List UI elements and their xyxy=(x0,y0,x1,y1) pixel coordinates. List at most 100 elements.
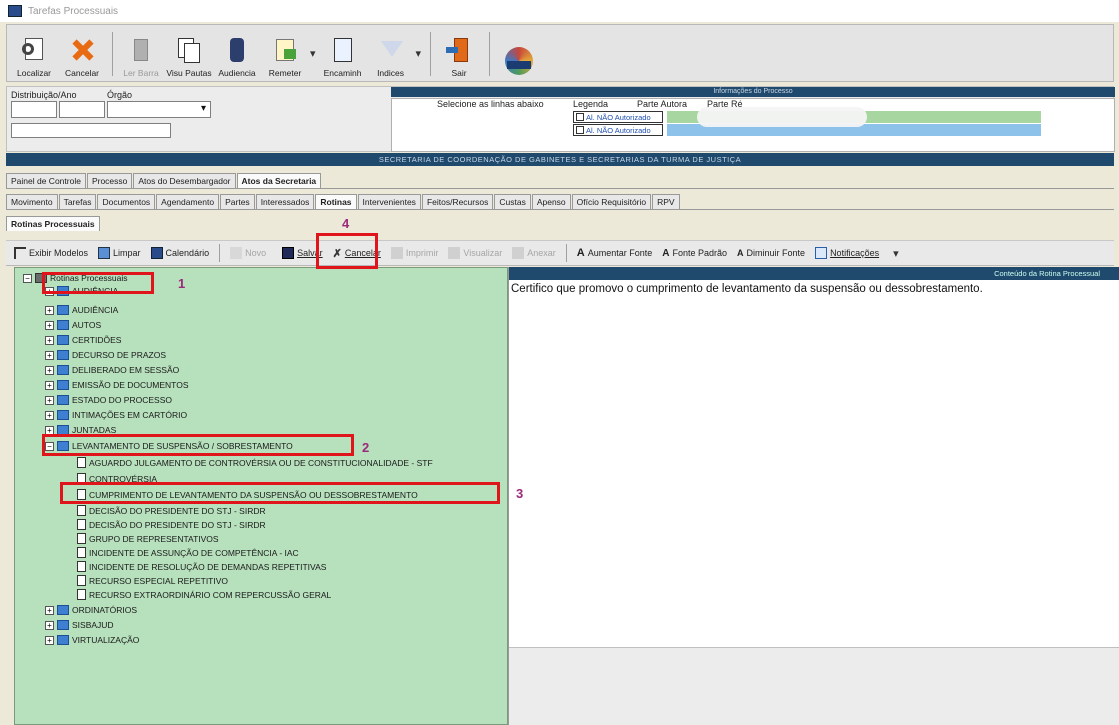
collapse-icon[interactable]: − xyxy=(23,273,32,283)
document-icon xyxy=(77,547,86,558)
title-bar: Tarefas Processuais xyxy=(0,0,1119,22)
tab-interessados[interactable]: Interessados xyxy=(255,194,315,209)
tree-leaf[interactable]: DECISÃO DO PRESIDENTE DO STJ - SIRDR xyxy=(77,505,266,516)
main-toolbar: Localizar Cancelar Ler Barra Visu Pautas xyxy=(6,24,1114,82)
ano-input[interactable] xyxy=(59,101,105,118)
distribuicao-input[interactable] xyxy=(11,101,57,118)
diminuir-fonte-button[interactable]: A Diminuir Fonte xyxy=(737,248,805,258)
tree-item[interactable]: + CERTIDÕES xyxy=(45,335,121,345)
indices-dropdown-arrow[interactable]: ▾ xyxy=(416,47,422,60)
rotina-content-panel: Conteúdo da Rotina Processual Certifico … xyxy=(508,267,1119,725)
tab-movimento[interactable]: Movimento xyxy=(6,194,58,209)
extra-app-button[interactable] xyxy=(495,45,541,78)
informacoes-header: Informações do Processo xyxy=(391,87,1115,97)
tree-leaf[interactable]: RECURSO EXTRAORDINÁRIO COM REPERCUSSÃO G… xyxy=(77,589,331,600)
expand-icon[interactable]: + xyxy=(45,620,54,630)
tab-intervenientes[interactable]: Intervenientes xyxy=(357,194,421,209)
window-title: Tarefas Processuais xyxy=(28,5,119,17)
anexar-button[interactable]: Anexar xyxy=(512,247,556,259)
expand-icon[interactable]: + xyxy=(45,320,54,330)
orgao-select[interactable]: ▾ xyxy=(107,101,211,118)
rotinas-toolbar: Exibir Modelos Limpar Calendário Novo Sa… xyxy=(6,240,1114,266)
exibir-modelos-button[interactable]: Exibir Modelos xyxy=(14,247,88,259)
tree-item[interactable]: + DECURSO DE PRAZOS xyxy=(45,350,166,360)
tree-item[interactable]: + AUTOS xyxy=(45,320,101,330)
tab-atos-da-secretaria[interactable]: Atos da Secretaria xyxy=(236,173,322,188)
folder-icon xyxy=(57,605,69,615)
tree-item[interactable]: + VIRTUALIZAÇÃO xyxy=(45,635,139,645)
tab-rpv[interactable]: RPV xyxy=(652,194,680,209)
document-icon xyxy=(77,533,86,544)
tree-leaf[interactable]: INCIDENTE DE ASSUNÇÃO DE COMPETÊNCIA - I… xyxy=(77,547,299,558)
remeter-dropdown-arrow[interactable]: ▾ xyxy=(310,47,316,60)
legend-row-1: Al. NÃO Autorizado xyxy=(573,111,663,123)
cancelar-toolbar-button[interactable]: Cancelar xyxy=(59,35,105,78)
annotation-box-3 xyxy=(60,482,500,504)
tree-leaf[interactable]: AGUARDO JULGAMENTO DE CONTROVÉRSIA OU DE… xyxy=(77,457,433,468)
fonte-padrao-button[interactable]: A Fonte Padrão xyxy=(662,248,727,259)
tab-rotinas[interactable]: Rotinas xyxy=(315,194,357,209)
tab-rotinas-processuais[interactable]: Rotinas Processuais xyxy=(6,216,100,231)
localizar-button[interactable]: Localizar xyxy=(11,35,57,78)
annotation-number-4: 4 xyxy=(342,216,350,231)
tab-partes[interactable]: Partes xyxy=(220,194,255,209)
remeter-button[interactable]: Remeter xyxy=(262,35,308,78)
more-dropdown-arrow[interactable]: ▾ xyxy=(893,247,899,260)
tab-agendamento[interactable]: Agendamento xyxy=(156,194,220,209)
tree-item[interactable]: + AUDIÊNCIA xyxy=(45,305,118,315)
tree-item[interactable]: + EMISSÃO DE DOCUMENTOS xyxy=(45,380,189,390)
expand-icon[interactable]: + xyxy=(45,410,54,420)
tab-feitos-recursos[interactable]: Feitos/Recursos xyxy=(421,194,494,209)
tree-item[interactable]: + INTIMAÇÕES EM CARTÓRIO xyxy=(45,410,187,420)
tree-leaf[interactable]: DECISÃO DO PRESIDENTE DO STJ - SIRDR xyxy=(77,519,266,530)
people-icon xyxy=(222,35,252,65)
expand-icon[interactable]: + xyxy=(45,635,54,645)
rotina-text-editor[interactable]: Certifico que promovo o cumprimento de l… xyxy=(511,283,983,295)
imprimir-button[interactable]: Imprimir xyxy=(390,247,438,259)
tree-item[interactable]: + SISBAJUD xyxy=(45,620,114,630)
expand-icon[interactable]: + xyxy=(45,365,54,375)
novo-button[interactable]: Novo xyxy=(230,247,266,259)
expand-icon[interactable]: + xyxy=(45,305,54,315)
tab-documentos[interactable]: Documentos xyxy=(97,194,156,209)
tree-leaf[interactable]: INCIDENTE DE RESOLUÇÃO DE DEMANDAS REPET… xyxy=(77,561,326,572)
sair-button[interactable]: Sair xyxy=(436,35,482,78)
forward-document-icon xyxy=(328,35,358,65)
expand-icon[interactable]: + xyxy=(45,605,54,615)
visualizar-button[interactable]: Visualizar xyxy=(448,247,502,259)
expand-icon[interactable]: + xyxy=(45,350,54,360)
tab-custas[interactable]: Custas xyxy=(494,194,531,209)
font-default-icon: A xyxy=(662,247,670,259)
tab-processo[interactable]: Processo xyxy=(86,173,133,188)
tree-item[interactable]: + DELIBERADO EM SESSÃO xyxy=(45,365,179,375)
content-header: Conteúdo da Rotina Processual xyxy=(509,267,1119,280)
annotation-number-2: 2 xyxy=(362,440,370,455)
app-icon xyxy=(8,5,22,17)
notificacoes-button[interactable]: Notificações xyxy=(815,247,879,259)
tree-leaf[interactable]: GRUPO DE REPRESENTATIVOS xyxy=(77,533,219,544)
audiencia-button[interactable]: Audiencia xyxy=(214,35,260,78)
calendario-button[interactable]: Calendário xyxy=(150,247,209,259)
limpar-button[interactable]: Limpar xyxy=(98,247,141,259)
expand-icon[interactable]: + xyxy=(45,380,54,390)
new-icon xyxy=(230,247,243,259)
tab-atos-do-desembargador[interactable]: Atos do Desembargador xyxy=(133,173,236,188)
visu-pautas-button[interactable]: Visu Pautas xyxy=(166,35,212,78)
send-document-icon xyxy=(270,35,300,65)
aumentar-fonte-button[interactable]: A Aumentar Fonte xyxy=(577,247,653,259)
tab-oficio-requisitorio[interactable]: Ofício Requisitório xyxy=(571,194,652,209)
tree-leaf[interactable]: RECURSO ESPECIAL REPETITIVO xyxy=(77,575,228,586)
encaminhar-button[interactable]: Encaminh xyxy=(320,35,366,78)
ler-barra-button[interactable]: Ler Barra xyxy=(118,35,164,78)
expand-icon[interactable]: + xyxy=(45,335,54,345)
indices-button[interactable]: Indices xyxy=(368,35,414,78)
tab-painel-de-controle[interactable]: Painel de Controle xyxy=(6,173,86,188)
processo-input[interactable] xyxy=(11,123,171,138)
tree-item[interactable]: + ORDINATÓRIOS xyxy=(45,605,137,615)
tab-apenso[interactable]: Apenso xyxy=(531,194,571,209)
tab-tarefas[interactable]: Tarefas xyxy=(58,194,97,209)
tree-item[interactable]: + ESTADO DO PROCESSO xyxy=(45,395,172,405)
application-window: Tarefas Processuais Localizar Cancelar L… xyxy=(0,0,1119,725)
expand-icon[interactable]: + xyxy=(45,395,54,405)
filter-panel: Distribuição/Ano Órgão ▾ Informações do … xyxy=(6,86,1115,152)
